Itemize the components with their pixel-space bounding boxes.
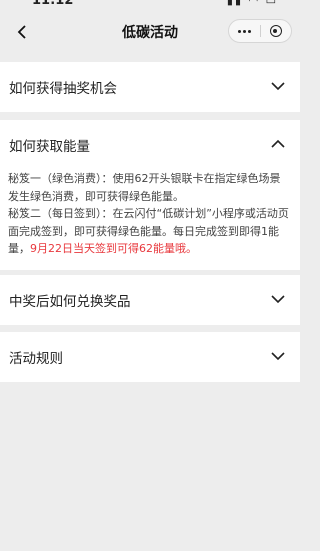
- chevron-down-icon: [271, 352, 285, 361]
- faq-header-energy[interactable]: 如何获取能量: [0, 120, 300, 170]
- chevron-down-icon: [271, 295, 285, 304]
- close-mini-program-button[interactable]: [261, 20, 292, 42]
- energy-tip-2: 秘笈二（每日签到）：在云闪付“低碳计划”小程序或活动页面完成签到，即可获得绿色能…: [8, 205, 291, 258]
- faq-section-rules: 活动规则: [0, 332, 300, 382]
- faq-content-energy: 秘笈一（绿色消费）：使用62开头银联卡在指定绿色场景发生绿色消费，即可获得绿色能…: [0, 170, 300, 270]
- faq-header-rules[interactable]: 活动规则: [0, 332, 300, 382]
- more-dots-icon: [237, 29, 251, 33]
- faq-section-redeem: 中奖后如何兑换奖品: [0, 275, 300, 325]
- faq-title: 活动规则: [9, 351, 63, 367]
- energy-tip-1: 秘笈一（绿色消费）：使用62开头银联卡在指定绿色场景发生绿色消费，即可获得绿色能…: [8, 172, 281, 203]
- close-target-icon: [269, 25, 282, 37]
- nav-bar: 低碳活动: [0, 10, 300, 54]
- status-time: 11:12: [32, 0, 74, 8]
- more-button[interactable]: [229, 20, 260, 42]
- signal-wifi-battery-icon: ▮▮ ◠ ▭: [226, 0, 278, 7]
- chevron-down-icon: [271, 82, 285, 91]
- faq-header-lottery[interactable]: 如何获得抽奖机会: [0, 62, 300, 112]
- faq-header-redeem[interactable]: 中奖后如何兑换奖品: [0, 275, 300, 325]
- faq-title: 中奖后如何兑换奖品: [9, 294, 131, 310]
- faq-title: 如何获取能量: [9, 139, 90, 155]
- status-bar: 11:12 ▮▮ ◠ ▭: [0, 0, 300, 10]
- faq-section-energy: 如何获取能量 秘笈一（绿色消费）：使用62开头银联卡在指定绿色场景发生绿色消费，…: [0, 120, 300, 270]
- mini-program-capsule: [228, 19, 292, 43]
- energy-tip-2-highlight: 9月22日当天签到可得62能量哦。: [30, 242, 197, 255]
- faq-title: 如何获得抽奖机会: [9, 81, 117, 97]
- chevron-up-icon: [271, 139, 285, 148]
- faq-section-lottery: 如何获得抽奖机会: [0, 62, 300, 112]
